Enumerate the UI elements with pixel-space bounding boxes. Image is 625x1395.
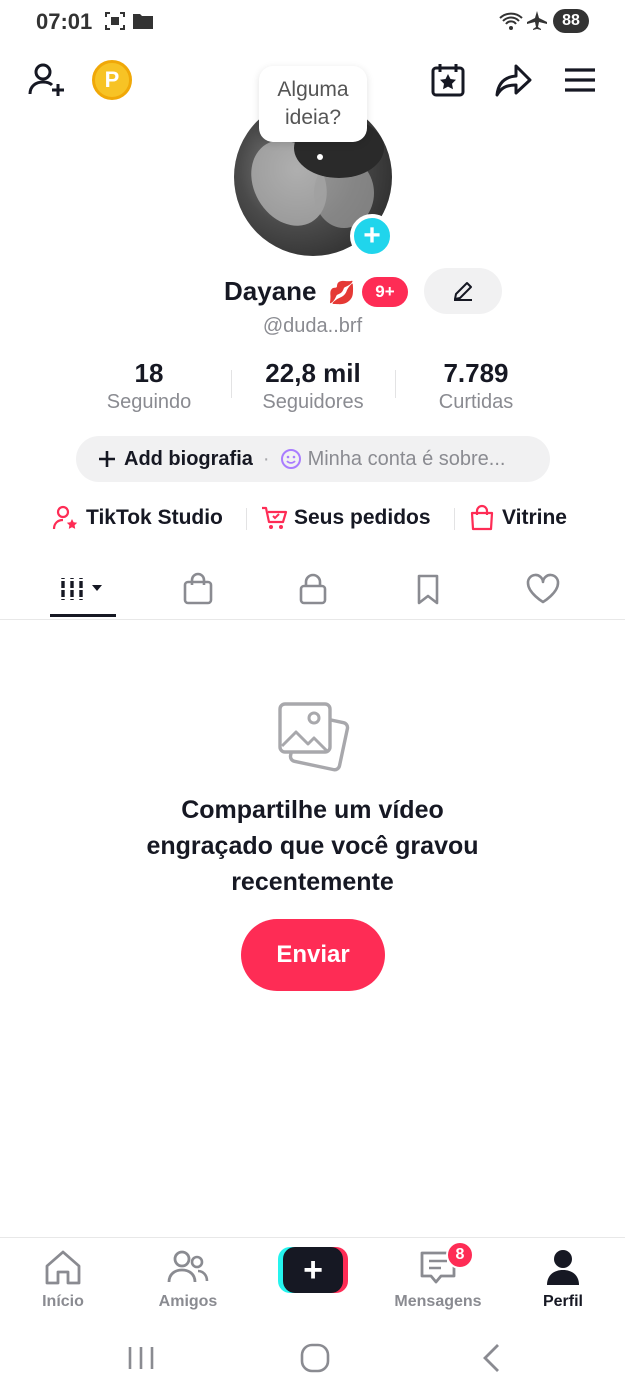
link-label: Seus pedidos <box>294 506 431 529</box>
tab-videos-grid[interactable] <box>38 560 128 618</box>
nav-home[interactable]: Início <box>8 1248 118 1311</box>
tab-liked[interactable] <box>498 560 588 618</box>
link-divider <box>454 508 455 530</box>
nav-friends[interactable]: Amigos <box>133 1248 243 1311</box>
link-label: Vitrine <box>502 506 567 529</box>
stat-likes[interactable]: 7.789 Curtidas <box>396 358 556 414</box>
profile-links: TikTok Studio Seus pedidos Vitrine <box>0 500 625 536</box>
profile-handle: @duda..brf <box>262 315 363 337</box>
stat-label: Seguidores <box>262 391 364 413</box>
hamburger-menu-icon <box>565 68 595 92</box>
nav-label: Amigos <box>158 1293 218 1310</box>
profile-stats: 18 Seguindo 22,8 mil Seguidores 7.789 Cu… <box>0 358 625 418</box>
create-plus: + <box>283 1247 343 1293</box>
add-story-button[interactable]: + <box>350 214 394 258</box>
friends-icon <box>167 1250 209 1283</box>
nav-messages[interactable]: Mensagens <box>383 1248 493 1311</box>
bio-hint-text: Minha conta é sobre... <box>307 447 506 470</box>
bio-hint: Minha conta é sobre... <box>280 447 506 471</box>
stat-divider <box>231 370 232 398</box>
add-bio: Add biografia <box>96 448 253 471</box>
link-divider <box>246 508 247 530</box>
empty-line-1: Compartilhe um vídeo <box>181 796 444 824</box>
content-tabs <box>0 560 625 620</box>
photos-icon <box>272 700 352 781</box>
send-button[interactable]: Enviar <box>241 919 385 991</box>
stat-value: 7.789 <box>443 358 509 388</box>
nav-profile[interactable]: Perfil <box>508 1248 618 1311</box>
bag-icon <box>183 572 213 605</box>
heart-icon <box>526 573 560 604</box>
bio-separator: · <box>262 447 270 470</box>
cart-icon <box>262 506 288 529</box>
tab-private[interactable] <box>268 560 358 618</box>
nav-label: Início <box>42 1293 84 1310</box>
screenshot-icon <box>104 10 126 37</box>
messages-badge: 8 <box>446 1241 474 1269</box>
folder-icon <box>132 10 154 37</box>
add-friend-button[interactable] <box>24 58 68 102</box>
share-icon <box>495 64 532 97</box>
create-button[interactable]: + <box>278 1247 348 1293</box>
plus-icon <box>99 451 115 467</box>
tab-shop[interactable] <box>153 560 243 618</box>
battery-indicator: 88 <box>553 9 589 33</box>
menu-button[interactable] <box>560 60 600 100</box>
wifi-icon <box>498 10 524 37</box>
airplane-icon <box>526 10 548 37</box>
lips-emoji: 💋 <box>328 280 356 305</box>
tab-saved[interactable] <box>383 560 473 618</box>
bubble-pointer-dot <box>317 154 323 160</box>
lock-icon <box>299 573 327 605</box>
stat-following[interactable]: 18 Seguindo <box>69 358 229 414</box>
add-bio-button[interactable]: Add biografia · Minha conta é sobre... <box>76 436 550 482</box>
stat-divider <box>395 370 396 398</box>
shopping-bag-icon <box>470 504 494 531</box>
home-icon <box>45 1250 81 1285</box>
add-user-icon <box>28 63 64 96</box>
bookmark-icon <box>417 574 439 605</box>
nav-label: Mensagens <box>394 1293 482 1310</box>
pencil-icon <box>454 282 472 301</box>
showcase-link[interactable]: Vitrine <box>468 504 567 532</box>
profile-icon <box>547 1250 579 1285</box>
empty-line-2: engraçado que você gravou <box>146 832 479 860</box>
stat-value: 18 <box>134 358 164 388</box>
notification-badge[interactable]: 9+ <box>362 277 408 307</box>
status-bar: 07:01 88 <box>0 0 625 44</box>
add-bio-label: Add biografia <box>124 447 253 470</box>
idea-bubble[interactable]: Alguma ideia? <box>259 66 367 142</box>
stat-value: 22,8 mil <box>265 358 361 388</box>
calendar-star-icon <box>431 64 465 97</box>
system-nav-bar <box>0 1323 625 1395</box>
active-tab-indicator <box>50 614 116 617</box>
share-profile-button[interactable] <box>494 60 534 100</box>
edit-profile-button[interactable] <box>424 268 502 314</box>
orders-link[interactable]: Seus pedidos <box>260 504 431 532</box>
back-icon[interactable] <box>478 1342 506 1374</box>
profile-name-row: Dayane 💋 <box>0 270 625 316</box>
profile-name: Dayane <box>224 276 317 306</box>
coin-label: P <box>104 67 120 92</box>
home-system-icon[interactable] <box>299 1342 331 1374</box>
link-label: TikTok Studio <box>86 506 223 529</box>
user-star-icon <box>52 505 78 530</box>
grid-icon <box>61 578 102 600</box>
coin-rewards-button[interactable]: P <box>92 60 132 100</box>
empty-state-message: Compartilhe um vídeo engraçado que você … <box>0 792 625 900</box>
tiktok-studio-link[interactable]: TikTok Studio <box>52 504 223 532</box>
nav-label: Perfil <box>542 1293 583 1310</box>
calendar-star-button[interactable] <box>428 60 468 100</box>
stat-label: Curtidas <box>438 391 514 413</box>
recent-apps-icon[interactable] <box>124 1343 158 1373</box>
smiley-icon <box>280 449 301 469</box>
empty-line-3: recentemente <box>231 868 394 896</box>
stat-label: Seguindo <box>106 391 192 413</box>
status-time: 07:01 <box>36 9 93 34</box>
stat-followers[interactable]: 22,8 mil Seguidores <box>233 358 393 414</box>
